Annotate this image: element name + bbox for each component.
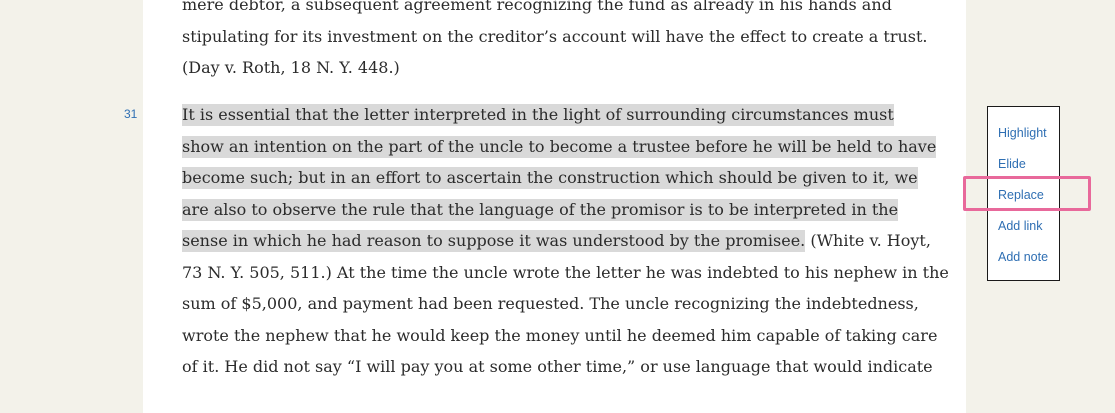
annotation-context-menu: Highlight Elide Replace Add link Add not… <box>987 106 1060 281</box>
menu-item-elide[interactable]: Elide <box>998 157 1026 171</box>
text-line[interactable]: are also to observe the rule that the la… <box>182 194 942 226</box>
text-line: (Day v. Roth, 18 N. Y. 448.) <box>182 58 400 77</box>
text-line[interactable]: become such; but in an effort to ascerta… <box>182 162 942 194</box>
text-line: sum of $5,000, and payment had been requ… <box>182 294 919 313</box>
text-line: of it. He did not say “I will pay you at… <box>182 357 933 376</box>
text-line: 73 N. Y. 505, 511.) At the time the uncl… <box>182 262 949 282</box>
selected-text[interactable]: It is essential that the letter interpre… <box>182 104 894 126</box>
menu-item-highlight[interactable]: Highlight <box>998 126 1047 140</box>
selected-text[interactable]: are also to observe the rule that the la… <box>182 198 899 221</box>
text-line[interactable]: sense in which he had reason to suppose … <box>182 225 942 257</box>
text-line: stipulating for its investment on the cr… <box>182 26 928 46</box>
menu-item-add-link[interactable]: Add link <box>998 219 1042 233</box>
text-line: wrote the nephew that he would keep the … <box>182 325 938 345</box>
text-line: mere debtor, a subsequent agreement reco… <box>182 0 892 14</box>
paragraph-30-tail: mere debtor, a subsequent agreement reco… <box>182 0 942 84</box>
selected-text[interactable]: become such; but in an effort to ascerta… <box>182 167 918 189</box>
text-line[interactable]: show an intention on the part of the unc… <box>182 131 942 163</box>
selected-text[interactable]: sense in which he had reason to suppose … <box>182 230 806 252</box>
text-line[interactable]: It is essential that the letter interpre… <box>182 99 942 131</box>
paragraph-31[interactable]: It is essential that the letter interpre… <box>182 99 949 383</box>
paragraph-number[interactable]: 31 <box>124 107 137 121</box>
menu-item-add-note[interactable]: Add note <box>998 250 1048 264</box>
selected-text[interactable]: show an intention on the part of the unc… <box>182 135 937 158</box>
text-segment: (White v. Hoyt, <box>805 231 931 250</box>
menu-item-replace[interactable]: Replace <box>998 188 1044 202</box>
